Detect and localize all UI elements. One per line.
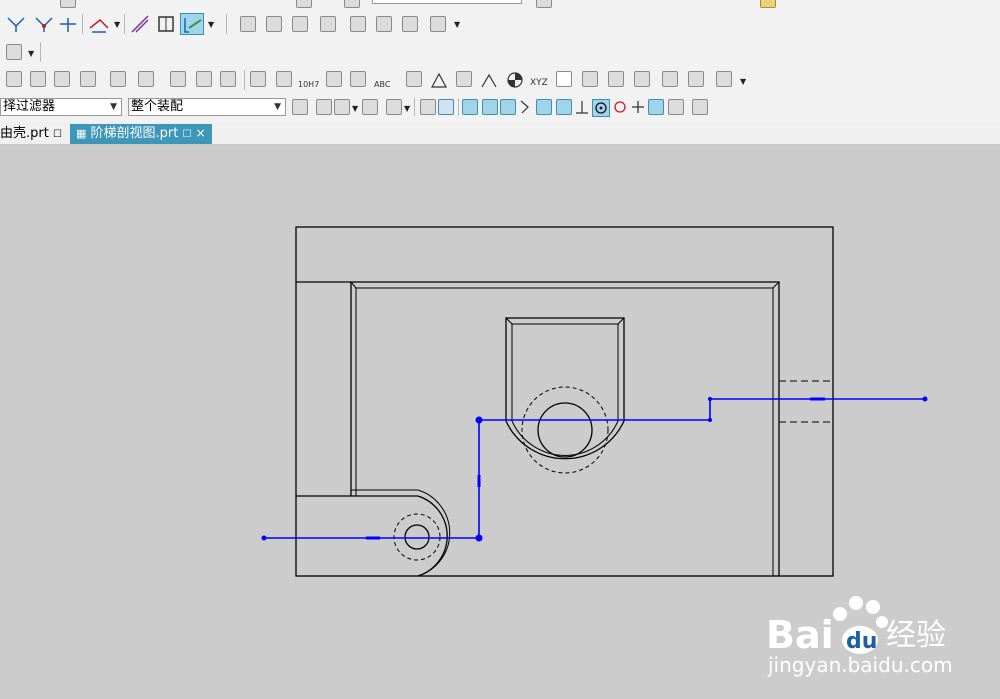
assembly-icon[interactable] xyxy=(6,44,22,60)
face-filter-icon[interactable] xyxy=(438,99,454,115)
symmetric-centerline-icon[interactable] xyxy=(196,71,212,87)
snap-curve-icon[interactable] xyxy=(556,99,572,115)
datum-icon[interactable] xyxy=(430,71,448,89)
layout-icon[interactable] xyxy=(30,71,46,87)
partial-icon[interactable] xyxy=(760,0,776,8)
expand-view-icon[interactable] xyxy=(110,71,126,87)
partial-icon[interactable] xyxy=(60,0,76,8)
chain-dimension-icon[interactable] xyxy=(350,71,366,87)
assembly-scope-combo[interactable]: 整个装配 ▼ xyxy=(128,98,286,116)
partial-icon[interactable] xyxy=(536,0,552,8)
layer-icon[interactable] xyxy=(316,99,332,115)
tab-step-section-part[interactable]: ▦ 阶梯剖视图.prt ☐ × xyxy=(70,124,212,144)
tab-modified-icon: ☐ xyxy=(52,129,62,140)
top-combo[interactable] xyxy=(372,0,522,4)
view-boundary-icon[interactable] xyxy=(320,16,336,32)
snap-intersection-icon[interactable] xyxy=(630,99,646,115)
snap-perpendicular-icon[interactable] xyxy=(574,99,590,115)
crosshatch-icon[interactable] xyxy=(634,71,650,87)
graphics-window[interactable] xyxy=(0,145,1000,699)
small-hole xyxy=(404,524,430,550)
ordinate-dimension-icon[interactable] xyxy=(326,71,342,87)
structure-icon[interactable] xyxy=(80,71,96,87)
model-view-icon[interactable] xyxy=(6,71,22,87)
snap-on-curve-icon[interactable] xyxy=(648,99,664,115)
small-counterbore-hidden xyxy=(393,513,441,561)
tab-modified-icon: ☐ xyxy=(182,129,192,140)
toolbar-row-5: 择过滤器 ▼ 整个装配 ▼ ▼ ▼ xyxy=(0,96,1000,120)
body-filter-icon[interactable] xyxy=(420,99,436,115)
view-options-icon[interactable] xyxy=(430,16,446,32)
section-view-icon[interactable] xyxy=(130,14,150,34)
large-hole xyxy=(537,402,593,458)
view-label-icon[interactable] xyxy=(402,16,418,32)
partial-icon[interactable] xyxy=(344,0,360,8)
snap-center-icon[interactable] xyxy=(592,99,610,117)
snap-arc-icon[interactable] xyxy=(536,99,552,115)
toolbar-area: ▼ ▼ ▼ ▼ 10H7 ABC XYZ ▼ 择过滤器 ▼ 整个装配 ▼ ▼ ▼ xyxy=(0,0,1000,122)
delete-segment-icon[interactable] xyxy=(58,14,78,34)
add-segment-icon[interactable] xyxy=(34,14,54,34)
selection-filter-combo[interactable]: 择过滤器 ▼ xyxy=(0,98,122,116)
surface-finish-icon[interactable] xyxy=(480,71,498,89)
view-style-icon[interactable] xyxy=(266,16,282,32)
tolerance-icon[interactable] xyxy=(276,71,292,87)
toolbar-row-3: ▼ xyxy=(0,40,1000,66)
target-point-icon[interactable] xyxy=(506,71,524,89)
settings-icon[interactable] xyxy=(688,71,704,87)
orient-icon[interactable] xyxy=(138,71,154,87)
drawing-file-icon: ▦ xyxy=(76,127,87,140)
boss-arc xyxy=(417,495,448,577)
bolt-circle-icon[interactable] xyxy=(220,71,236,87)
snap-tangent-icon[interactable] xyxy=(518,99,532,115)
image-icon[interactable] xyxy=(662,71,678,87)
toolbar-row-top xyxy=(0,0,1000,8)
centerline-icon[interactable] xyxy=(170,71,186,87)
snap-control-icon[interactable] xyxy=(500,99,516,115)
large-counterbore-hidden xyxy=(521,386,609,474)
section-line-icon[interactable] xyxy=(6,14,26,34)
hidden-hole-lines xyxy=(779,380,833,423)
select-icon[interactable] xyxy=(362,99,378,115)
snap-point-icon[interactable] xyxy=(668,99,684,115)
xyz-label[interactable]: XYZ xyxy=(530,78,548,88)
box-select-icon[interactable] xyxy=(386,99,402,115)
move-segment-icon[interactable] xyxy=(88,14,110,34)
filter-icon[interactable] xyxy=(334,99,350,115)
step-section-active-icon[interactable] xyxy=(180,13,204,35)
part-geometry xyxy=(295,226,834,577)
show-hide-icon[interactable] xyxy=(292,99,308,115)
page-icon[interactable] xyxy=(54,71,70,87)
snap-endpoint-icon[interactable] xyxy=(462,99,478,115)
toolbar-row-4: 10H7 ABC XYZ ▼ xyxy=(0,66,1000,94)
snap-midpoint-icon[interactable] xyxy=(482,99,498,115)
outer-border xyxy=(295,226,834,577)
table-note-icon[interactable] xyxy=(406,71,422,87)
pattern-icon[interactable] xyxy=(716,71,732,87)
projected-view-icon[interactable] xyxy=(156,14,176,34)
document-tab-bar: 由壳.prt ☐ ▦ 阶梯剖视图.prt ☐ × xyxy=(0,122,1000,145)
close-tab-icon[interactable]: × xyxy=(196,126,206,140)
partial-icon[interactable] xyxy=(296,0,312,8)
tab-shell-part[interactable]: 由壳.prt ☐ xyxy=(0,124,68,144)
toolbar-row-2: ▼ ▼ ▼ xyxy=(0,10,1000,38)
feature-control-frame-icon[interactable] xyxy=(456,71,472,87)
balloon-icon[interactable] xyxy=(608,71,624,87)
drawing-canvas[interactable] xyxy=(0,145,1000,699)
abc-label[interactable]: ABC xyxy=(374,80,390,89)
snap-quadrant-icon[interactable] xyxy=(612,99,628,115)
step-section-line[interactable] xyxy=(261,396,928,542)
base-view-icon[interactable] xyxy=(240,16,256,32)
break-view-icon[interactable] xyxy=(350,16,366,32)
update-view-icon[interactable] xyxy=(292,16,308,32)
snap-options-icon[interactable] xyxy=(692,99,708,115)
table-icon[interactable] xyxy=(556,71,572,87)
dimension-fit-label[interactable]: 10H7 xyxy=(298,80,319,89)
detail-view-icon[interactable] xyxy=(376,16,392,32)
part-list-icon[interactable] xyxy=(582,71,598,87)
dimension-icon[interactable] xyxy=(250,71,266,87)
